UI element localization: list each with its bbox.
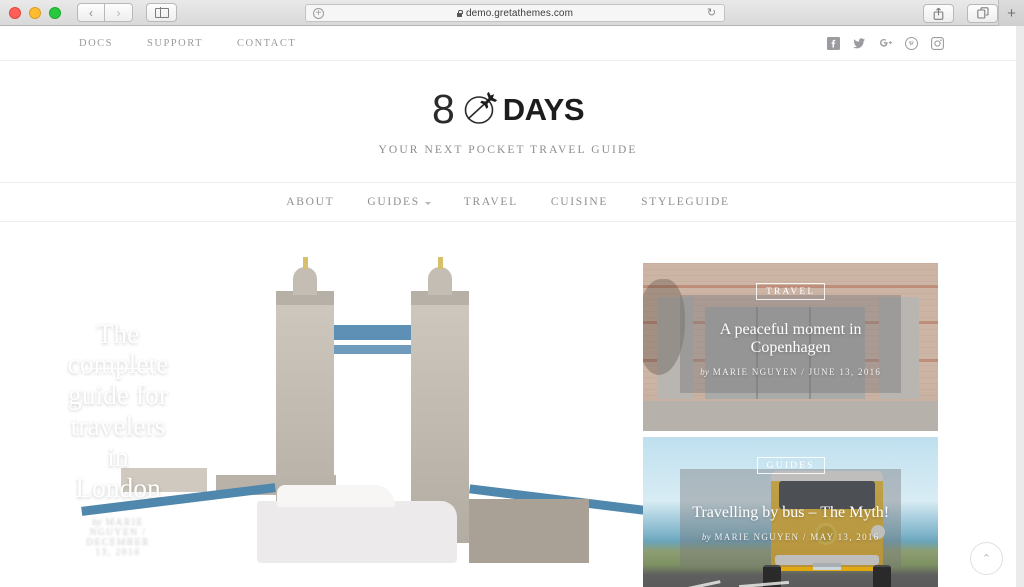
side-post-card-2[interactable]: GUIDES Travelling by bus – The Myth! by … <box>643 437 938 587</box>
address-bar-url: demo.gretathemes.com <box>465 7 574 19</box>
toolbar-right-tools: + <box>910 0 1024 26</box>
utility-link-contact[interactable]: CONTACT <box>237 38 296 49</box>
sidebar-toggle-button[interactable] <box>146 3 177 22</box>
reload-icon[interactable]: ↻ <box>706 8 717 19</box>
share-button[interactable] <box>923 3 954 23</box>
byline-label: by <box>700 366 710 377</box>
side-post-title-1: A peaceful moment in Copenhagen <box>719 321 862 356</box>
navigation-buttons: ‹ › <box>77 3 133 22</box>
nav-item-cuisine[interactable]: CUISINE <box>551 196 608 208</box>
site-branding: 8 DAYS YOUR NEXT POCKET TRAVEL GUIDE <box>0 61 1016 183</box>
side-post-overlay-2: GUIDES Travelling by bus – The Myth! by … <box>680 457 901 567</box>
address-bar-text: demo.gretathemes.com <box>456 7 574 19</box>
nav-label: STYLEGUIDE <box>641 196 730 208</box>
meta-separator: / <box>802 531 807 542</box>
side-post-date-1[interactable]: JUNE 13, 2016 <box>809 367 882 377</box>
maximize-window-button[interactable] <box>49 6 61 19</box>
logo-number: 8 <box>431 85 455 132</box>
logo-wordmark: DAYS <box>502 91 585 127</box>
side-post-author-1[interactable]: MARIE NGUYEN <box>713 367 798 377</box>
primary-navigation: ABOUT GUIDES TRAVEL CUISINE STYLEGUIDE <box>0 183 1016 222</box>
twitter-icon[interactable] <box>853 37 866 50</box>
google-plus-icon[interactable] <box>879 37 892 50</box>
utility-links: DOCS SUPPORT CONTACT <box>79 38 296 49</box>
meta-separator: / <box>801 366 806 377</box>
site-tagline: YOUR NEXT POCKET TRAVEL GUIDE <box>378 144 638 156</box>
site-logo[interactable]: 8 DAYS <box>0 87 1016 131</box>
add-bookmark-icon[interactable]: + <box>313 8 324 19</box>
nav-item-styleguide[interactable]: STYLEGUIDE <box>641 196 730 208</box>
address-bar[interactable]: + demo.gretathemes.com ↻ <box>305 4 725 22</box>
facebook-icon[interactable] <box>827 36 840 50</box>
utility-link-support[interactable]: SUPPORT <box>147 38 203 49</box>
page-viewport: DOCS SUPPORT CONTACT 8 DAYS YOUR NEXT PO… <box>0 26 1024 587</box>
nav-label: CUISINE <box>550 196 609 208</box>
nav-label: TRAVEL <box>463 196 518 208</box>
back-to-top-button[interactable]: ⌃ <box>970 542 1003 575</box>
side-post-title-2: Travelling by bus – The Myth! <box>692 504 890 522</box>
nav-label: GUIDES <box>367 196 420 208</box>
chevron-down-icon <box>424 201 431 205</box>
share-icon <box>933 7 944 20</box>
side-post-meta-1: by MARIE NGUYEN / JUNE 13, 2016 <box>700 367 881 377</box>
side-post-card-1[interactable]: TRAVEL A peaceful moment in Copenhagen b… <box>643 263 938 431</box>
nav-item-travel[interactable]: TRAVEL <box>464 196 518 208</box>
social-links <box>827 36 944 50</box>
pinterest-icon[interactable] <box>905 36 918 50</box>
nav-item-about[interactable]: ABOUT <box>286 196 334 208</box>
byline-label: by <box>701 531 711 542</box>
utility-link-docs[interactable]: DOCS <box>79 38 113 49</box>
nav-label: ABOUT <box>286 196 335 208</box>
globe-airplane-icon <box>460 89 500 129</box>
lock-icon <box>456 9 463 17</box>
side-post-category-1[interactable]: TRAVEL <box>755 283 826 300</box>
show-tabs-icon <box>976 7 989 19</box>
post-grid: TRAVEL The complete guide for travelers … <box>0 222 1016 587</box>
side-post-date-2[interactable]: MAY 13, 2016 <box>810 532 879 542</box>
utility-bar: DOCS SUPPORT CONTACT <box>0 26 1016 61</box>
side-posts-column: TRAVEL A peaceful moment in Copenhagen b… <box>643 263 938 587</box>
side-post-meta-2: by MARIE NGUYEN / MAY 13, 2016 <box>702 532 880 542</box>
forward-button[interactable]: › <box>105 3 133 22</box>
show-tabs-button[interactable] <box>967 3 998 23</box>
site-content: DOCS SUPPORT CONTACT 8 DAYS YOUR NEXT PO… <box>0 26 1016 587</box>
instagram-icon[interactable] <box>931 36 944 50</box>
browser-toolbar: ‹ › + demo.gretathemes.com ↻ + <box>0 0 1024 26</box>
nav-item-guides[interactable]: GUIDES <box>367 196 431 208</box>
window-traffic-lights <box>9 6 61 19</box>
minimize-window-button[interactable] <box>29 6 41 19</box>
side-post-author-2[interactable]: MARIE NGUYEN <box>715 532 800 542</box>
new-tab-button[interactable]: + <box>998 0 1024 26</box>
back-button[interactable]: ‹ <box>77 3 105 22</box>
side-post-overlay-1: TRAVEL A peaceful moment in Copenhagen b… <box>680 283 901 393</box>
featured-column: TRAVEL The complete guide for travelers … <box>68 257 644 587</box>
page-scrollbar[interactable] <box>1016 26 1024 587</box>
sidebar-toggle-icon <box>154 7 169 18</box>
close-window-button[interactable] <box>9 6 21 19</box>
side-post-category-2[interactable]: GUIDES <box>756 457 825 474</box>
